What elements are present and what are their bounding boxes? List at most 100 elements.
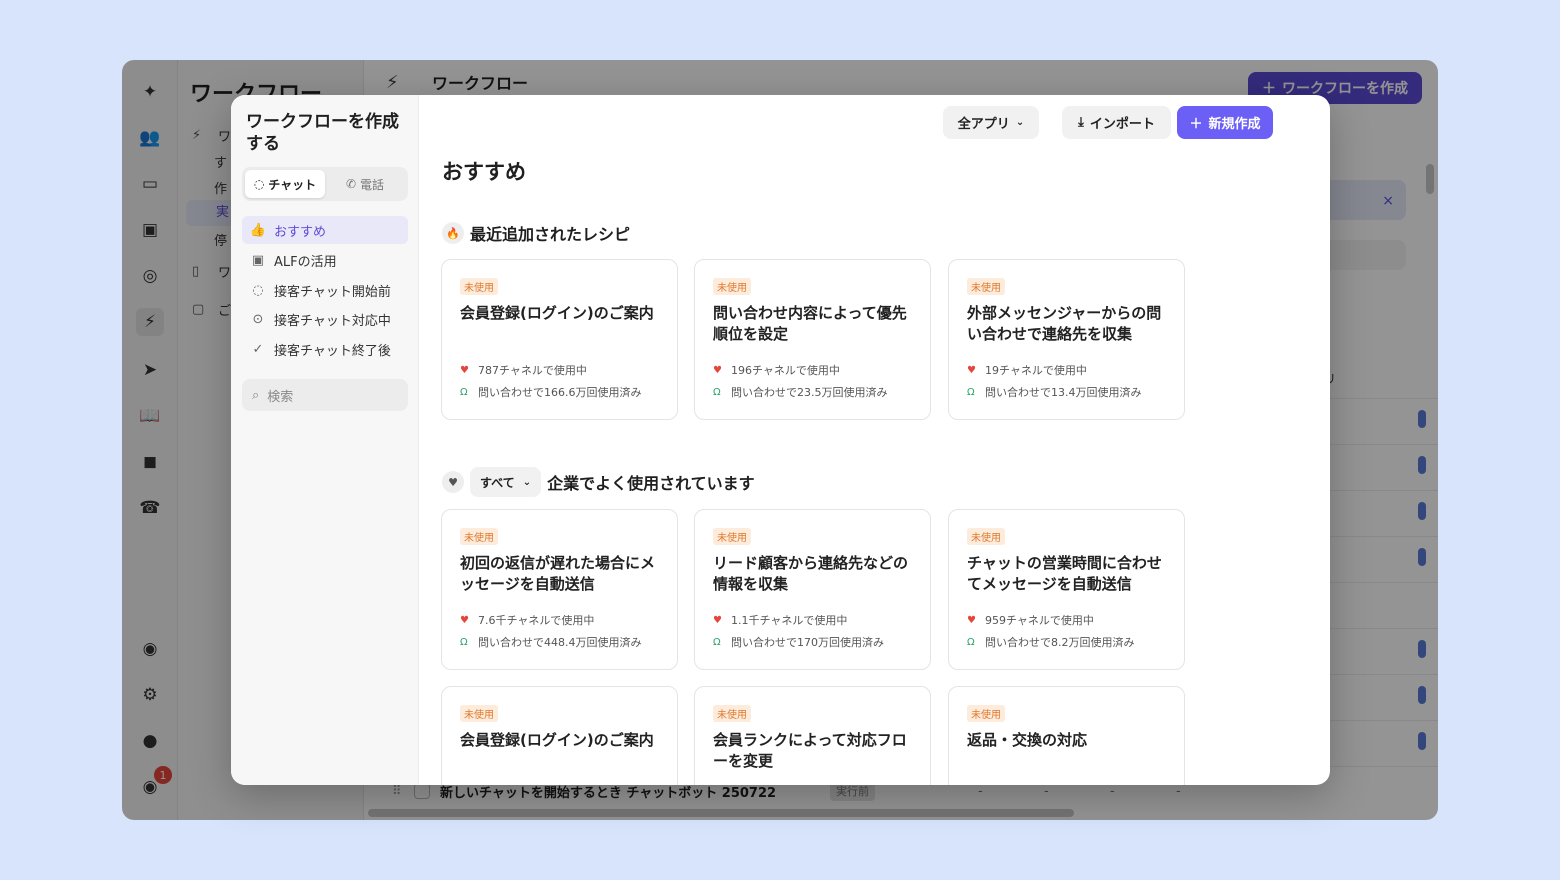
channel-tabs: ◌ チャット ✆ 電話: [242, 167, 408, 201]
channel-count-text: 19チャネルで使用中: [985, 364, 1087, 377]
chevron-down-icon: ⌄: [522, 476, 532, 488]
status-badge: 未使用: [460, 278, 498, 295]
alf-icon: ▣: [251, 252, 265, 268]
company-filter-dropdown[interactable]: すべて ⌄: [470, 467, 542, 497]
nav-label: 接客チャット終了後: [274, 343, 391, 359]
nav-label: おすすめ: [274, 224, 327, 240]
download-icon: ⤓: [1078, 115, 1084, 130]
usage-count: Ω 問い合わせで8.2万回使用済み: [967, 634, 1135, 650]
recipe-card[interactable]: 未使用 会員ランクによって対応フローを変更: [694, 686, 931, 785]
tab-phone[interactable]: ✆ 電話: [325, 170, 405, 198]
channel-count-text: 787チャネルで使用中: [478, 364, 587, 377]
nav-during-chat[interactable]: ⊙ 接客チャット対応中: [242, 305, 408, 333]
usage-count-text: 問い合わせで170万回使用済み: [731, 636, 884, 649]
fire-icon: 🔥: [442, 222, 464, 244]
search-input[interactable]: ⌕ 検索: [242, 379, 408, 411]
channel-count: ♥ 196チャネルで使用中: [713, 362, 840, 378]
chat-bubble-icon: ◌: [253, 177, 265, 191]
channel-count-text: 196チャネルで使用中: [731, 364, 840, 377]
status-badge: 未使用: [967, 528, 1005, 545]
card-title: リード顧客から連絡先などの情報を収集: [713, 554, 909, 593]
nav-before-chat[interactable]: ◌ 接客チャット開始前: [242, 276, 408, 304]
card-title: 初回の返信が遅れた場合にメッセージを自動送信: [460, 554, 656, 593]
recipe-card[interactable]: 未使用 会員登録(ログイン)のご案内: [441, 686, 678, 785]
status-badge: 未使用: [713, 705, 751, 722]
channel-count: ♥ 1.1千チャネルで使用中: [713, 612, 847, 628]
dashed-circle-icon: ◌: [252, 282, 264, 298]
nav-recommended[interactable]: 👍 おすすめ: [242, 216, 408, 244]
phone-icon: ✆: [345, 177, 357, 191]
headset-icon: Ω: [967, 636, 975, 648]
nav-label: ALFの活用: [274, 254, 337, 270]
heart-icon: ♥: [967, 364, 976, 376]
plus-icon: ＋: [1189, 117, 1203, 132]
channel-count: ♥ 19チャネルで使用中: [967, 362, 1087, 378]
status-badge: 未使用: [967, 705, 1005, 722]
check-circle-icon: ✓: [252, 341, 264, 357]
heart-icon: ♥: [713, 364, 722, 376]
recipe-card[interactable]: 未使用 リード顧客から連絡先などの情報を収集 ♥ 1.1千チャネルで使用中 Ω 問い…: [694, 509, 931, 670]
channel-count: ♥ 787チャネルで使用中: [460, 362, 587, 378]
new-create-button[interactable]: ＋ 新規作成: [1177, 106, 1273, 139]
heart-icon: ♥: [460, 364, 469, 376]
dropdown-label: すべて: [480, 475, 515, 490]
card-title: 会員登録(ログイン)のご案内: [460, 731, 654, 749]
channel-count-text: 1.1千チャネルで使用中: [731, 614, 848, 627]
headset-icon: Ω: [713, 636, 721, 648]
headset-icon: Ω: [460, 636, 468, 648]
channel-count-text: 959チャネルで使用中: [985, 614, 1094, 627]
section-heading: おすすめ: [442, 160, 526, 184]
card-title: 会員登録(ログイン)のご案内: [460, 304, 654, 322]
thumbs-up-icon: 👍: [249, 222, 267, 238]
modal-title: ワークフローを作成する: [246, 112, 399, 154]
recent-recipes-title: 🔥 最近追加されたレシピ: [442, 221, 630, 245]
new-create-label: 新規作成: [1208, 117, 1261, 132]
card-title: 返品・交換の対応: [967, 731, 1088, 749]
search-icon: ⌕: [252, 387, 260, 403]
section-title-text: 企業でよく使用されています: [547, 474, 755, 493]
import-button[interactable]: ⤓ インポート: [1062, 106, 1171, 139]
heart-icon: ♥: [713, 614, 722, 626]
usage-count-text: 問い合わせで13.4万回使用済み: [985, 386, 1142, 399]
usage-count-text: 問い合わせで8.2万回使用済み: [985, 636, 1135, 649]
headset-icon: Ω: [460, 386, 468, 398]
nav-after-chat[interactable]: ✓ 接客チャット終了後: [242, 335, 408, 363]
usage-count: Ω 問い合わせで166.6万回使用済み: [460, 384, 642, 400]
nav-label: 接客チャット対応中: [274, 313, 391, 329]
recipe-card[interactable]: 未使用 返品・交換の対応: [948, 686, 1185, 785]
create-workflow-modal: ワークフローを作成する ◌ チャット ✆ 電話 👍 おすすめ ▣ ALFの活用 ◌ 接客チ…: [231, 95, 1330, 785]
usage-count: Ω 問い合わせで448.4万回使用済み: [460, 634, 642, 650]
usage-count: Ω 問い合わせで13.4万回使用済み: [967, 384, 1142, 400]
recipe-card[interactable]: 未使用 外部メッセンジャーからの問い合わせで連絡先を収集 ♥ 19チャネルで使用中…: [948, 259, 1185, 420]
recipe-card[interactable]: 未使用 チャットの営業時間に合わせてメッセージを自動送信 ♥ 959チャネルで使用…: [948, 509, 1185, 670]
usage-count-text: 問い合わせで448.4万回使用済み: [478, 636, 642, 649]
recipe-card[interactable]: 未使用 問い合わせ内容によって優先順位を設定 ♥ 196チャネルで使用中 Ω 問い合…: [694, 259, 931, 420]
status-badge: 未使用: [460, 705, 498, 722]
tab-chat[interactable]: ◌ チャット: [245, 170, 325, 198]
nav-label: 接客チャット開始前: [274, 284, 391, 300]
usage-count-text: 問い合わせで23.5万回使用済み: [731, 386, 888, 399]
status-badge: 未使用: [967, 278, 1005, 295]
usage-count: Ω 問い合わせで170万回使用済み: [713, 634, 884, 650]
card-title: 問い合わせ内容によって優先順位を設定: [713, 304, 907, 343]
nav-alf[interactable]: ▣ ALFの活用: [242, 246, 408, 274]
card-title: 会員ランクによって対応フローを変更: [713, 731, 907, 770]
card-title: チャットの営業時間に合わせてメッセージを自動送信: [967, 554, 1162, 593]
import-label: インポート: [1089, 117, 1155, 132]
channel-count: ♥ 959チャネルで使用中: [967, 612, 1094, 628]
modal-sidebar: ワークフローを作成する ◌ チャット ✆ 電話 👍 おすすめ ▣ ALFの活用 ◌ 接客チ…: [231, 95, 419, 785]
tab-label: チャット: [268, 177, 317, 192]
chevron-down-icon: ⌄: [1015, 117, 1025, 128]
modal-content: 全アプリ⌄ ⤓インポート ＋新規作成 ✕ おすすめ 🔥 最近追加されたレシピ 未…: [419, 95, 1330, 785]
headset-icon: Ω: [713, 386, 721, 398]
status-badge: 未使用: [713, 278, 751, 295]
section-title-text: 最近追加されたレシピ: [470, 225, 631, 244]
heart-icon: ♥: [460, 614, 469, 626]
usage-count: Ω 問い合わせで23.5万回使用済み: [713, 384, 888, 400]
app-filter-dropdown[interactable]: 全アプリ ⌄: [943, 106, 1039, 139]
dropdown-label: 全アプリ: [957, 117, 1010, 132]
heart-icon: ♥: [967, 614, 976, 626]
channel-count-text: 7.6千チャネルで使用中: [478, 614, 595, 627]
recipe-card[interactable]: 未使用 会員登録(ログイン)のご案内 ♥ 787チャネルで使用中 Ω 問い合わせで1…: [441, 259, 678, 420]
recipe-card[interactable]: 未使用 初回の返信が遅れた場合にメッセージを自動送信 ♥ 7.6千チャネルで使用中…: [441, 509, 678, 670]
